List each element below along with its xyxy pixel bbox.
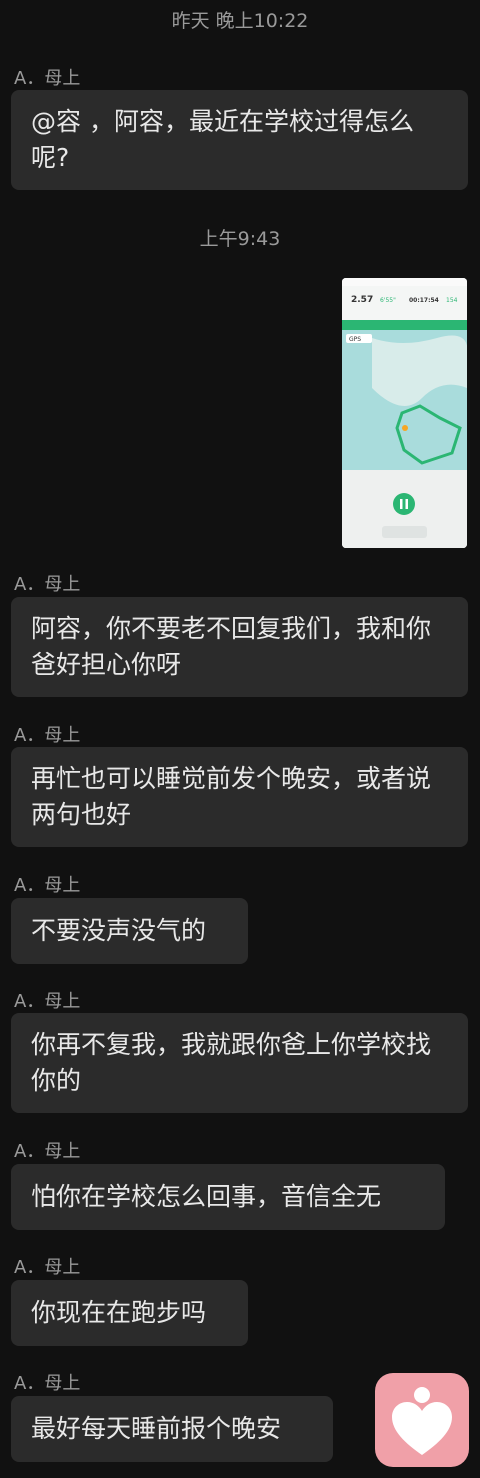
sender-name: A．母上 <box>14 725 81 746</box>
timestamp: 昨天 晚上10:22 <box>171 10 309 32</box>
gps-label: GPS <box>349 336 361 343</box>
distance-value: 2.57 <box>351 295 373 305</box>
message-bubble[interactable]: 最好每天睡前报个晚安 <box>11 1396 333 1462</box>
sender-name: A．母上 <box>14 1373 81 1394</box>
sender-name: A．母上 <box>14 68 81 89</box>
message-bubble[interactable]: 怕你在学校怎么回事，音信全无 <box>11 1164 445 1230</box>
sender-name: A．母上 <box>14 991 81 1012</box>
message-bubble[interactable]: @容 ，阿容，最近在学校过得怎么呢? <box>11 90 468 190</box>
message-text: 阿容，你不要老不回复我们，我和你爸好担心你呀 <box>31 614 432 679</box>
sender-name: A．母上 <box>14 574 81 595</box>
message-text: 再忙也可以睡觉前发个晚安，或者说两句也好 <box>31 764 432 829</box>
message-text: 你现在在跑步吗 <box>31 1298 207 1327</box>
heart-person-icon <box>392 1387 452 1455</box>
message-text: 你再不复我，我就跟你爸上你学校找你的 <box>31 1030 432 1095</box>
message-text: 不要没声没气的 <box>31 916 207 945</box>
running-map-thumbnail: 2.57 6'55" 00:17:54 154 GPS <box>342 278 467 548</box>
timestamp: 上午9:43 <box>199 228 281 250</box>
message-bubble[interactable]: 你现在在跑步吗 <box>11 1280 248 1346</box>
message-bubble[interactable]: 阿容，你不要老不回复我们，我和你爸好担心你呀 <box>11 597 468 697</box>
message-text: 怕你在学校怎么回事，音信全无 <box>31 1182 382 1211</box>
message-bubble[interactable]: 你再不复我，我就跟你爸上你学校找你的 <box>11 1013 468 1113</box>
shared-running-screenshot[interactable]: 2.57 6'55" 00:17:54 154 GPS <box>342 278 467 548</box>
sender-name: A．母上 <box>14 875 81 896</box>
sender-name: A．母上 <box>14 1257 81 1278</box>
steps-value: 154 <box>446 297 458 304</box>
message-bubble[interactable]: 不要没声没气的 <box>11 898 248 964</box>
duration-value: 00:17:54 <box>409 297 439 304</box>
floating-heart-button[interactable] <box>375 1373 469 1467</box>
sender-name: A．母上 <box>14 1141 81 1162</box>
message-bubble[interactable]: 再忙也可以睡觉前发个晚安，或者说两句也好 <box>11 747 468 847</box>
message-text: @容 ，阿容，最近在学校过得怎么呢? <box>31 107 414 172</box>
pace-value: 6'55" <box>380 297 396 304</box>
message-text: 最好每天睡前报个晚安 <box>31 1414 282 1443</box>
